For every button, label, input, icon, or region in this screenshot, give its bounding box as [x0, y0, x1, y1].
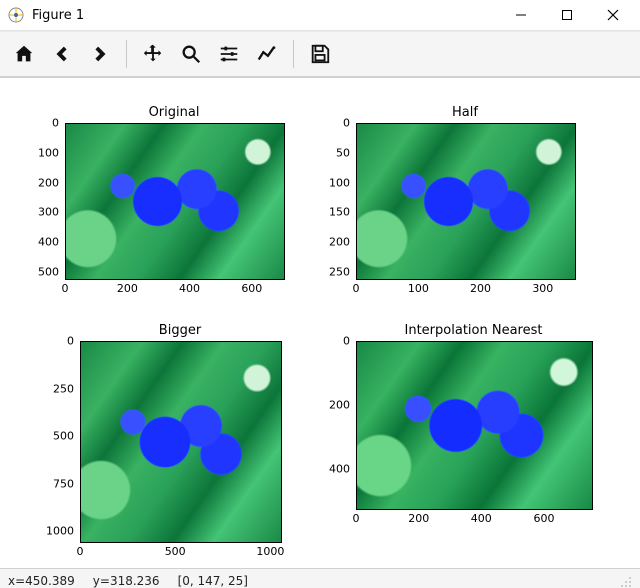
ytick-label: 400	[38, 236, 65, 249]
subplot-half: Half 0 50 100 150 200 250 0 100 200 300	[356, 123, 574, 278]
ytick-label: 100	[38, 146, 65, 159]
ytick-label: 200	[329, 399, 356, 412]
status-bar: x=450.389 y=318.236 [0, 147, 25]	[0, 568, 640, 588]
configure-subplots-button[interactable]	[211, 36, 247, 72]
ytick-label: 500	[38, 266, 65, 279]
edit-axis-button[interactable]	[249, 36, 285, 72]
axes-image[interactable]	[80, 341, 282, 543]
nav-toolbar	[0, 31, 640, 78]
image-content	[357, 124, 575, 279]
back-button[interactable]	[44, 36, 80, 72]
subplot-title: Bigger	[80, 323, 280, 338]
ytick-label: 0	[52, 117, 65, 130]
xtick-label: 200	[470, 278, 491, 295]
xtick-label: 0	[353, 508, 360, 525]
xtick-label: 200	[117, 278, 138, 295]
status-y: y=318.236	[93, 574, 160, 588]
axes-image[interactable]	[356, 123, 576, 280]
ytick-label: 300	[38, 206, 65, 219]
ytick-label: 0	[67, 335, 80, 348]
axes-image[interactable]	[356, 341, 593, 510]
subplot-original: Original 0 100 200 300 400 500 0 200 400…	[65, 123, 283, 278]
image-content	[357, 342, 592, 509]
ytick-label: 1000	[46, 525, 80, 538]
ytick-label: 250	[329, 266, 356, 279]
ytick-label: 0	[343, 117, 356, 130]
forward-button[interactable]	[82, 36, 118, 72]
window-titlebar: Figure 1	[0, 0, 640, 31]
xtick-label: 0	[353, 278, 360, 295]
axes-image[interactable]	[65, 123, 285, 280]
zoom-button[interactable]	[173, 36, 209, 72]
subplot-interpolation-nearest: Interpolation Nearest 0 200 400 0 200 40…	[356, 341, 591, 508]
ytick-label: 400	[329, 463, 356, 476]
home-button[interactable]	[6, 36, 42, 72]
pan-button[interactable]	[135, 36, 171, 72]
xtick-label: 200	[408, 508, 429, 525]
xtick-label: 100	[408, 278, 429, 295]
subplot-bigger: Bigger 0 250 500 750 1000 0 500 1000	[80, 341, 280, 541]
ytick-label: 750	[53, 477, 80, 490]
status-x: x=450.389	[8, 574, 75, 588]
toolbar-separator	[293, 40, 294, 68]
resize-grip-icon[interactable]	[618, 574, 632, 588]
window-title: Figure 1	[32, 8, 84, 23]
image-content	[66, 124, 284, 279]
app-icon	[8, 7, 24, 23]
subplot-title: Half	[356, 105, 574, 120]
minimize-button[interactable]	[498, 0, 544, 30]
ytick-label: 50	[336, 146, 356, 159]
xtick-label: 400	[471, 508, 492, 525]
ytick-label: 150	[329, 206, 356, 219]
subplot-title: Original	[65, 105, 283, 120]
ytick-label: 250	[53, 382, 80, 395]
status-pixel-value: [0, 147, 25]	[178, 574, 248, 588]
xtick-label: 300	[532, 278, 553, 295]
maximize-button[interactable]	[544, 0, 590, 30]
figure-canvas[interactable]: Original 0 100 200 300 400 500 0 200 400…	[0, 78, 640, 568]
ytick-label: 200	[329, 236, 356, 249]
ytick-label: 100	[329, 176, 356, 189]
close-button[interactable]	[590, 0, 636, 30]
xtick-label: 0	[77, 541, 84, 558]
xtick-label: 600	[241, 278, 262, 295]
xtick-label: 500	[165, 541, 186, 558]
ytick-label: 200	[38, 176, 65, 189]
toolbar-separator	[126, 40, 127, 68]
xtick-label: 1000	[256, 541, 284, 558]
image-content	[81, 342, 281, 542]
ytick-label: 0	[343, 335, 356, 348]
xtick-label: 400	[179, 278, 200, 295]
xtick-label: 600	[534, 508, 555, 525]
window-controls	[498, 0, 636, 30]
subplot-title: Interpolation Nearest	[356, 323, 591, 338]
ytick-label: 500	[53, 430, 80, 443]
save-button[interactable]	[302, 36, 338, 72]
xtick-label: 0	[62, 278, 69, 295]
